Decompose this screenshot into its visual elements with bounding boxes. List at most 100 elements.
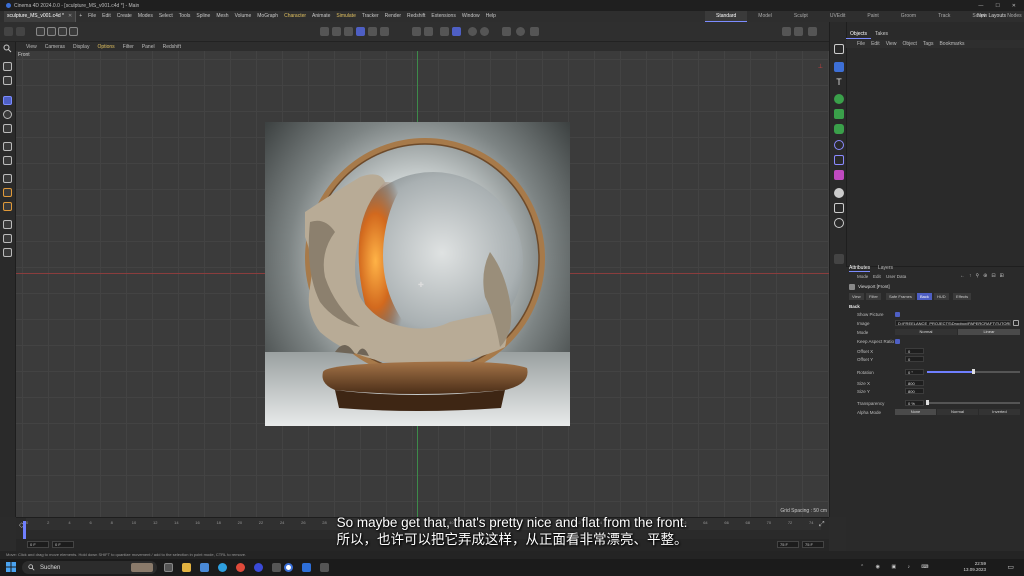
subdivision-icon[interactable] (834, 124, 844, 134)
document-tab[interactable]: sculpture_MS_v001.c4d * ✕ (4, 11, 77, 22)
render-view-icon[interactable] (794, 27, 803, 36)
x-axis-icon[interactable] (36, 27, 45, 36)
attr-button-hud[interactable]: HUD (934, 293, 949, 300)
keep-aspect-checkbox[interactable] (895, 339, 900, 344)
render-region-icon[interactable] (502, 27, 511, 36)
store-icon[interactable] (200, 563, 209, 572)
undo-icon[interactable] (4, 27, 13, 36)
expand-timeline-icon[interactable]: ⤢ (819, 521, 825, 529)
taskbar-search-box[interactable]: Suchen (22, 561, 157, 574)
menu-animate[interactable]: Animate (309, 11, 333, 22)
minimize-icon[interactable]: — (978, 3, 983, 9)
viewport-menu-panel[interactable]: Panel (138, 44, 159, 50)
attr-button-back[interactable]: Back (917, 293, 932, 300)
effector-icon[interactable] (834, 170, 844, 180)
viewport-menu-filter[interactable]: Filter (119, 44, 138, 50)
pen-icon[interactable] (834, 254, 844, 264)
coordinate-system-icon[interactable] (69, 27, 78, 36)
rotation-slider-handle[interactable] (972, 369, 975, 374)
alpha-normal[interactable]: Normal (937, 409, 978, 415)
snap-settings-icon[interactable] (424, 27, 433, 36)
preview-end-field[interactable]: 75 F (777, 541, 799, 548)
object-mode-icon[interactable] (320, 27, 329, 36)
app-icon[interactable] (272, 563, 281, 572)
preview-start-field[interactable]: 0 F (52, 541, 74, 548)
grid-snap-icon[interactable] (452, 27, 461, 36)
workplane-icon[interactable] (440, 27, 449, 36)
app-icon-2[interactable] (302, 563, 311, 572)
sketch-tool-icon[interactable] (3, 248, 12, 257)
timeline-ruler[interactable]: 0 2 4 6 8 10 12 14 16 18 20 22 24 26 28 30 32 34 36 38 40 42 4… (26, 518, 821, 530)
lock-icon[interactable] (480, 27, 489, 36)
viewport-layout-icon[interactable] (782, 27, 791, 36)
alpha-none[interactable]: None (895, 409, 936, 415)
render-icon[interactable] (516, 27, 525, 36)
offset-y-field[interactable]: 0 (905, 356, 924, 362)
light-icon[interactable] (834, 218, 844, 228)
viewport-menu-view[interactable]: View (22, 44, 41, 50)
menu-mesh[interactable]: Mesh (213, 11, 231, 22)
menu-tools[interactable]: Tools (176, 11, 194, 22)
tab-takes[interactable]: Takes (871, 30, 892, 39)
model-mode-icon[interactable] (332, 27, 341, 36)
size-y-field[interactable]: 800 (905, 388, 924, 394)
mode-normal[interactable]: Normal (895, 329, 957, 335)
texture-mode-icon[interactable] (344, 27, 353, 36)
layout-track[interactable]: Track (927, 11, 961, 22)
layout-standard[interactable]: Standard (705, 11, 748, 22)
taskbar-clock[interactable]: 22:59 13.09.2023 (963, 561, 986, 573)
firefox-icon[interactable] (254, 563, 263, 572)
menu-modes[interactable]: Modes (135, 11, 156, 22)
menu-help[interactable]: Help (483, 11, 499, 22)
render-settings-icon[interactable] (530, 27, 539, 36)
paint-brush-icon[interactable] (3, 220, 12, 229)
attr-button-effects[interactable]: Effects (953, 293, 972, 300)
attr-button-filter[interactable]: Filter (866, 293, 881, 300)
camera-icon[interactable] (834, 203, 844, 213)
new-tab-button[interactable]: + (76, 11, 85, 22)
menu-extensions[interactable]: Extensions (428, 11, 458, 22)
null-object-icon[interactable] (834, 44, 844, 54)
environment-icon[interactable] (834, 188, 844, 198)
objects-menu-tags[interactable]: Tags (920, 41, 937, 47)
size-x-field[interactable]: 800 (905, 380, 924, 386)
menu-create[interactable]: Create (114, 11, 135, 22)
show-picture-checkbox[interactable] (895, 312, 900, 317)
mode-linear[interactable]: Linear (958, 329, 1020, 335)
live-selection-icon[interactable] (3, 76, 12, 85)
menu-render[interactable]: Render (382, 11, 404, 22)
layout-sculpt[interactable]: Sculpt (783, 11, 819, 22)
cube-icon[interactable] (834, 62, 844, 72)
menu-spline[interactable]: Spline (193, 11, 213, 22)
new-layouts-button[interactable]: New Layouts (977, 11, 1006, 22)
attr-menu-mode[interactable]: Mode (857, 274, 868, 279)
viewport-front[interactable]: Front ✚ Grid Spacing: 50 cm ⊥ (16, 51, 829, 517)
layout-model[interactable]: Model (747, 11, 783, 22)
magnet-tool-icon[interactable] (3, 174, 12, 183)
snap-icon[interactable] (412, 27, 421, 36)
notification-icon[interactable]: ▭ (1007, 563, 1014, 571)
objects-menu-object[interactable]: Object (899, 41, 919, 47)
move-tool-icon[interactable] (3, 96, 12, 105)
end-frame-field[interactable]: 75 F (802, 541, 824, 548)
viewport-menu-options[interactable]: Options (93, 44, 118, 50)
attr-button-view[interactable]: View (849, 293, 864, 300)
transparency-slider[interactable] (927, 402, 1020, 404)
viewport-menu-cameras[interactable]: Cameras (41, 44, 69, 50)
objects-menu-bookmarks[interactable]: Bookmarks (936, 41, 967, 47)
transform-tool-icon[interactable] (3, 142, 12, 151)
menu-file[interactable]: File (85, 11, 99, 22)
text-icon[interactable]: T (834, 77, 844, 87)
menu-window[interactable]: Window (459, 11, 483, 22)
move-gizmo-icon[interactable]: ✚ (418, 281, 424, 289)
playhead[interactable] (23, 521, 26, 539)
rotation-field[interactable]: 0 ° (905, 369, 924, 375)
viewport-menu-redshift[interactable]: Redshift (159, 44, 185, 50)
close-tab-icon[interactable]: ✕ (68, 13, 72, 19)
knife-tool-icon[interactable] (3, 188, 12, 197)
transparency-field[interactable]: 0 % (905, 400, 924, 406)
generator-icon[interactable] (834, 109, 844, 119)
layout-groom[interactable]: Groom (890, 11, 927, 22)
points-mode-icon[interactable] (356, 27, 365, 36)
attr-menu-edit[interactable]: Edit (873, 274, 881, 279)
